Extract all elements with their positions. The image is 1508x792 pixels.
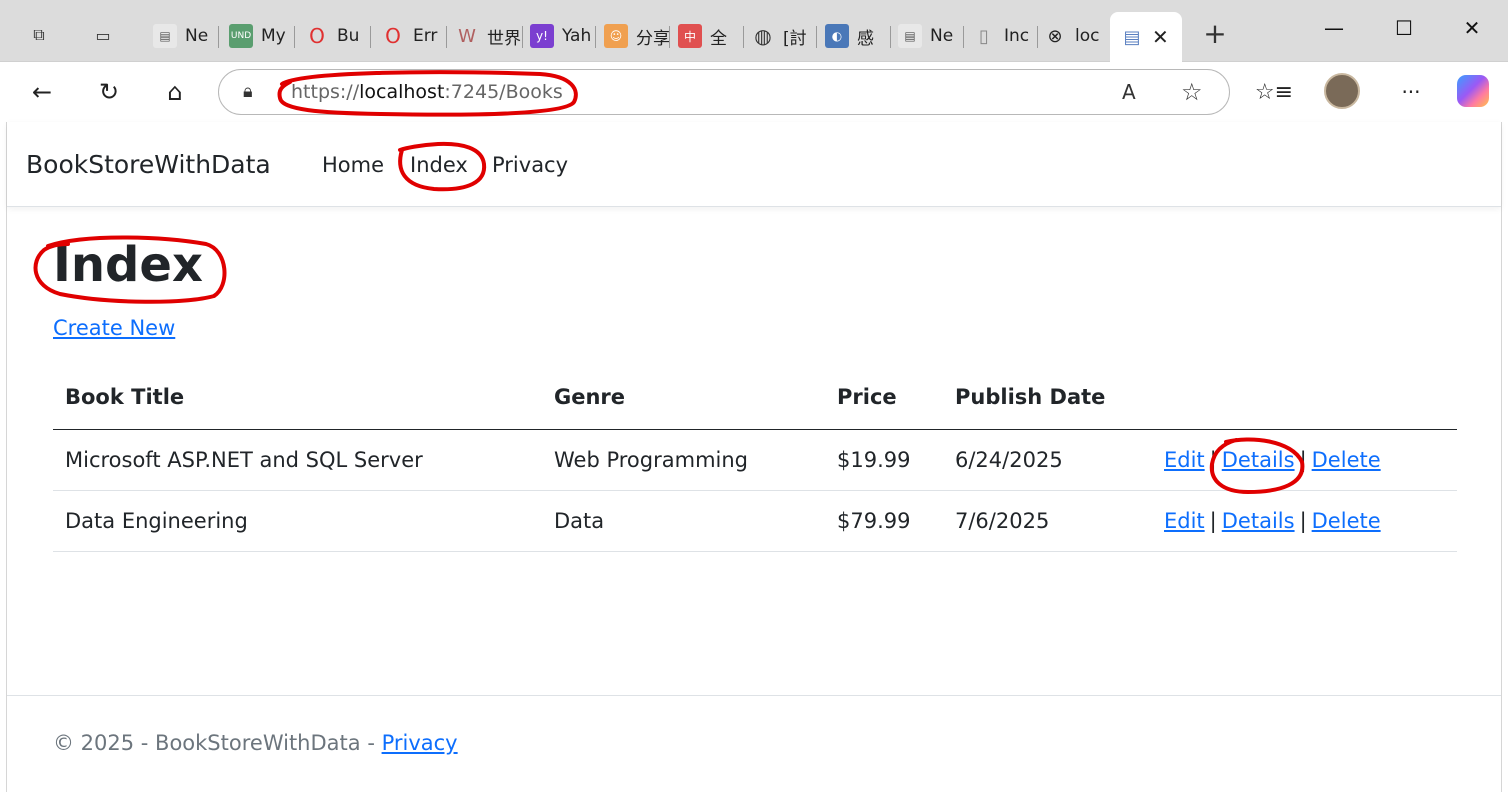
more-icon[interactable]: ··· (1393, 76, 1429, 108)
tab-10[interactable]: ◐ 感 (825, 16, 891, 56)
und-logo-icon: UND (229, 24, 253, 48)
globe-icon: ◍ (754, 24, 772, 48)
smile-icon: ☺ (604, 24, 628, 48)
site-footer: © 2025 - BookStoreWithData - Privacy (7, 695, 1501, 792)
details-link[interactable]: Details (1222, 448, 1295, 472)
delete-link[interactable]: Delete (1312, 448, 1381, 472)
cell-title: Microsoft ASP.NET and SQL Server (65, 448, 423, 472)
row-actions: Edit | Details | Delete (1164, 448, 1381, 472)
app-icon: ◐ (825, 24, 849, 48)
cell-publish-date: 7/6/2025 (955, 509, 1050, 533)
opera-icon: O (385, 24, 401, 48)
favorite-star-icon[interactable]: ☆ (1181, 78, 1203, 106)
cell-price: $19.99 (837, 448, 911, 472)
nav-privacy[interactable]: Privacy (492, 153, 568, 177)
page-title: Index (53, 237, 203, 293)
tab-5[interactable]: W 世界 (455, 16, 523, 56)
tab-11[interactable]: ▤ Ne (898, 16, 964, 56)
zhong-logo-icon: 中 (678, 24, 702, 48)
nav-index[interactable]: Index (410, 153, 468, 177)
tab-6[interactable]: y! Yah (530, 16, 596, 56)
copilot-icon[interactable] (1457, 75, 1489, 107)
action-separator: | (1299, 448, 1307, 472)
tab-3[interactable]: O Bu (305, 16, 371, 56)
browser-tab-strip: ⧉ ▭ ▤ Ne UND My O Bu O Err W 世界 y! Yah ☺… (0, 0, 1508, 62)
refresh-icon[interactable]: ↻ (91, 76, 127, 108)
tab-close-icon[interactable]: ✕ (1152, 25, 1169, 49)
minimize-icon[interactable]: — (1316, 16, 1352, 40)
new-tab-icon[interactable]: + (1202, 17, 1228, 50)
cell-genre: Web Programming (554, 448, 748, 472)
column-header-genre: Genre (554, 385, 626, 409)
doc-icon: ▯ (979, 25, 989, 47)
row-actions: Edit | Details | Delete (1164, 509, 1381, 533)
site-navbar: BookStoreWithData Home Index Privacy (7, 122, 1501, 207)
nav-home[interactable]: Home (322, 153, 384, 177)
home-icon[interactable]: ⌂ (157, 76, 193, 108)
cell-publish-date: 6/24/2025 (955, 448, 1063, 472)
doc-error-icon: ⊗ (1047, 25, 1063, 47)
tab-2[interactable]: UND My (229, 16, 295, 56)
favorites-icon[interactable]: ☆≡ (1255, 76, 1293, 108)
column-header-price: Price (837, 385, 897, 409)
tab-9[interactable]: ◍ [討 (751, 16, 817, 56)
footer-privacy-link[interactable]: Privacy (382, 731, 458, 755)
table-row: Microsoft ASP.NET and SQL Server Web Pro… (53, 430, 1457, 491)
maximize-icon[interactable]: ☐ (1386, 16, 1422, 40)
footer-text: © 2025 - BookStoreWithData - Privacy (53, 731, 458, 755)
w-logo-icon: W (458, 25, 476, 47)
window-close-icon[interactable]: ✕ (1454, 16, 1490, 40)
page-icon: ▤ (898, 24, 922, 48)
page-viewport: BookStoreWithData Home Index Privacy Ind… (6, 122, 1502, 792)
action-separator: | (1209, 448, 1217, 472)
tab-12[interactable]: ▯ Inc (972, 16, 1038, 56)
edit-link[interactable]: Edit (1164, 448, 1205, 472)
action-separator: | (1209, 509, 1217, 533)
cell-genre: Data (554, 509, 605, 533)
details-link[interactable]: Details (1222, 509, 1295, 533)
back-icon[interactable]: ← (24, 76, 60, 108)
workspaces-icon[interactable]: ⧉ (26, 22, 52, 48)
cell-title: Data Engineering (65, 509, 248, 533)
column-header-title: Book Title (65, 385, 185, 409)
brand-link[interactable]: BookStoreWithData (26, 150, 271, 179)
edit-link[interactable]: Edit (1164, 509, 1205, 533)
yahoo-icon: y! (530, 24, 554, 48)
tab-13[interactable]: ⊗ loc (1043, 16, 1109, 56)
doc-icon: ▤ (1123, 26, 1141, 48)
opera-icon: O (309, 24, 325, 48)
browser-toolbar: ← ↻ ⌂ 🔒︎ https://localhost:7245/Books A … (0, 62, 1508, 122)
delete-link[interactable]: Delete (1312, 509, 1381, 533)
action-separator: | (1299, 509, 1307, 533)
column-header-publish-date: Publish Date (955, 385, 1106, 409)
address-bar[interactable]: 🔒︎ https://localhost:7245/Books A ☆ (218, 69, 1230, 115)
vertical-tabs-icon[interactable]: ▭ (90, 22, 116, 48)
tab-active[interactable]: ▤ ✕ (1110, 12, 1182, 62)
avatar[interactable] (1324, 73, 1360, 109)
lock-icon[interactable]: 🔒︎ (243, 81, 253, 102)
tab-8[interactable]: 中 全 (678, 16, 744, 56)
page-icon: ▤ (153, 24, 177, 48)
cell-price: $79.99 (837, 509, 911, 533)
url-text[interactable]: https://localhost:7245/Books (291, 81, 563, 103)
tab-7[interactable]: ☺ 分享 (604, 16, 670, 56)
create-new-link[interactable]: Create New (53, 316, 175, 340)
read-aloud-icon[interactable]: A (1122, 80, 1136, 104)
table-row: Data Engineering Data $79.99 7/6/2025 Ed… (53, 491, 1457, 552)
tab-1[interactable]: ▤ Ne (153, 16, 219, 56)
tab-4[interactable]: O Err (381, 16, 447, 56)
